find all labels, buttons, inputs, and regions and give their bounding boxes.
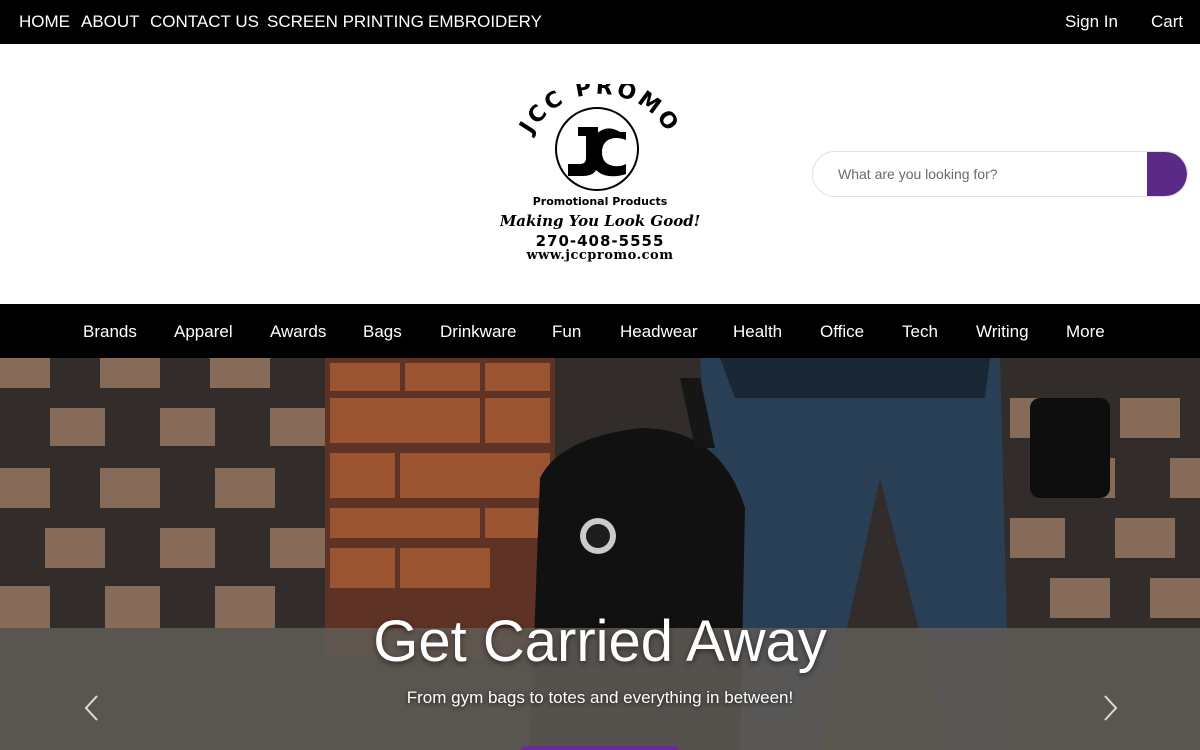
nav-about-link[interactable]: ABOUT <box>81 12 140 32</box>
category-awards[interactable]: Awards <box>270 322 326 342</box>
hero-cta-button[interactable] <box>520 746 680 750</box>
nav-home-link[interactable]: HOME <box>19 12 70 32</box>
company-logo[interactable]: JCC PROMO Promotional Products Making Yo… <box>499 75 701 269</box>
category-bags[interactable]: Bags <box>363 322 402 342</box>
cart-link[interactable]: Cart <box>1151 12 1183 32</box>
logo-tagline-products: Promotional Products <box>533 195 668 208</box>
category-apparel[interactable]: Apparel <box>174 322 233 342</box>
category-drinkware[interactable]: Drinkware <box>440 322 517 342</box>
category-health[interactable]: Health <box>733 322 782 342</box>
search-button[interactable] <box>1147 152 1187 196</box>
category-writing[interactable]: Writing <box>976 322 1029 342</box>
hero-title: Get Carried Away <box>373 609 827 674</box>
nav-embroidery-link[interactable]: EMBROIDERY <box>428 12 542 32</box>
logo-graphic: JCC PROMO Promotional Products Making Yo… <box>499 75 701 230</box>
sign-in-link[interactable]: Sign In <box>1065 12 1118 32</box>
search-input[interactable] <box>813 152 1149 196</box>
category-more[interactable]: More <box>1066 322 1105 342</box>
category-fun[interactable]: Fun <box>552 322 581 342</box>
search-box <box>812 151 1188 197</box>
nav-screen-printing-link[interactable]: SCREEN PRINTING <box>267 12 424 32</box>
top-navigation-bar: HOME ABOUT CONTACT US SCREEN PRINTING EM… <box>0 0 1200 44</box>
logo-website: www.jccpromo.com <box>526 248 674 263</box>
category-tech[interactable]: Tech <box>902 322 938 342</box>
category-navigation-bar: Brands Apparel Awards Bags Drinkware Fun… <box>0 304 1200 358</box>
site-header: JCC PROMO Promotional Products Making Yo… <box>0 44 1200 304</box>
logo-tagline-slogan: Making You Look Good! <box>500 212 700 230</box>
hero-subtitle: From gym bags to totes and everything in… <box>406 688 794 707</box>
category-office[interactable]: Office <box>820 322 864 342</box>
hero-carousel: Get Carried Away From gym bags to totes … <box>0 358 1200 750</box>
category-brands[interactable]: Brands <box>83 322 137 342</box>
category-headwear[interactable]: Headwear <box>620 322 698 342</box>
nav-contact-us-link[interactable]: CONTACT US <box>150 12 259 32</box>
